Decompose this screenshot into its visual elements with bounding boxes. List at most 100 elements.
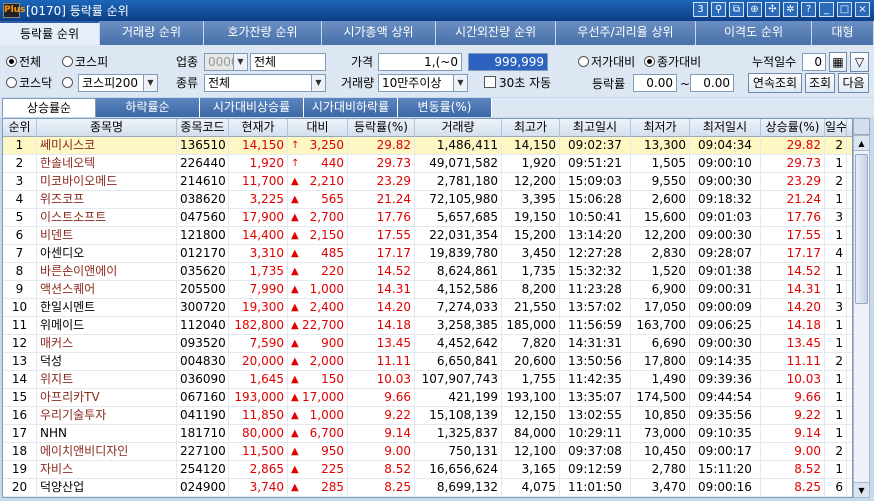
rate-min-input[interactable]: 0.00 <box>633 74 677 92</box>
table-row[interactable]: 9 액션스퀘어 205500 7,990 ▲ 1,000 14.31 4,152,586 8,2… <box>3 281 852 299</box>
table-row[interactable]: 15 아프리카TV 067160 193,000 ▲ 17,000 9.66 421,199 1… <box>3 389 852 407</box>
cell-high-t: 10:29:11 <box>560 425 631 442</box>
cell-vol: 15,108,139 <box>415 407 502 424</box>
industry-code-select[interactable]: 0000 ▼ <box>204 53 248 71</box>
kospi200-select[interactable]: 코스피200 ▼ <box>78 74 158 92</box>
subtab-fall-rate[interactable]: 하락률순 <box>96 98 200 117</box>
cell-rank: 8 <box>3 263 37 280</box>
cell-rate: 21.24 <box>348 191 415 208</box>
table-row[interactable]: 1 쎄미시스코 136510 14,150 ↑ 3,250 29.82 1,486,411 14… <box>3 137 852 155</box>
query-button[interactable]: 조회 <box>805 73 835 93</box>
cell-change: ▲ 2,400 <box>288 299 348 316</box>
table-row[interactable]: 17 NHN 181710 80,000 ▲ 6,700 9.14 1,325,837 84,0… <box>3 425 852 443</box>
change-value: 950 <box>321 444 344 458</box>
type-select[interactable]: 전체 ▼ <box>204 74 326 92</box>
table-row[interactable]: 3 미코바이오메드 214610 11,700 ▲ 2,210 23.29 2,781,180… <box>3 173 852 191</box>
minimize-icon[interactable]: _ <box>819 2 834 17</box>
settings-icon[interactable]: ✲ <box>783 2 798 17</box>
radio-vs-close[interactable]: 종가대비 <box>644 53 701 71</box>
column-header[interactable]: 상승률(%) <box>761 119 825 137</box>
help-icon[interactable]: ? <box>801 2 816 17</box>
table-row[interactable]: 2 한솔네오텍 226440 1,920 ↑ 440 29.73 49,071,582 1,92… <box>3 155 852 173</box>
change-value: 225 <box>321 462 344 476</box>
cell-rate: 8.25 <box>348 479 415 496</box>
column-header[interactable]: 최고일시 <box>560 119 631 137</box>
table-row[interactable]: 19 자비스 254120 2,865 ▲ 225 8.52 16,656,624 3,165 0… <box>3 461 852 479</box>
table-row[interactable]: 10 한일시멘트 300720 19,300 ▲ 2,400 14.20 7,274,033 2… <box>3 299 852 317</box>
table-row[interactable]: 12 매커스 093520 7,590 ▲ 900 13.45 4,452,642 7,820 1… <box>3 335 852 353</box>
table-row[interactable]: 4 위즈코프 038620 3,225 ▲ 565 21.24 72,105,980 3,395… <box>3 191 852 209</box>
column-header[interactable]: 대비 <box>288 119 348 137</box>
radio-vs-low[interactable]: 저가대비 <box>578 53 635 71</box>
volume-select[interactable]: 10만주이상 ▼ <box>378 74 468 92</box>
link-icon[interactable]: ⧉ <box>729 2 744 17</box>
scroll-down-icon[interactable]: ▼ <box>854 482 869 497</box>
column-header[interactable]: 최저가 <box>631 119 690 137</box>
maximize-icon[interactable]: □ <box>837 2 852 17</box>
column-header[interactable]: 종목코드 <box>177 119 229 137</box>
cum-days-input[interactable]: 0 <box>802 53 826 71</box>
column-header[interactable]: 종목명 <box>37 119 177 137</box>
next-button[interactable]: 다음 <box>838 73 869 93</box>
calendar-icon[interactable]: ▦ <box>829 52 847 72</box>
tab-market-cap[interactable]: 시가총액 상위 <box>322 21 436 45</box>
column-header[interactable]: 거래량 <box>415 119 502 137</box>
table-row[interactable]: 16 우리기술투자 041190 11,850 ▲ 1,000 9.22 15,108,139… <box>3 407 852 425</box>
column-header[interactable]: 최고가 <box>502 119 560 137</box>
ranking-table[interactable]: 순위 종목명 종목코드 현재가 대비 등락률(%) 거래량 최고가 최고일시 최저가 최저일시 상승률… <box>2 118 853 498</box>
table-row[interactable]: 13 덕성 004830 20,000 ▲ 2,000 11.11 6,650,841 20,6… <box>3 353 852 371</box>
close-icon[interactable]: × <box>855 2 870 17</box>
table-row[interactable]: 20 덕양산업 024900 3,740 ▲ 285 8.25 8,699,132 4,075 1… <box>3 479 852 497</box>
table-row[interactable]: 18 에이치앤비디자인 227100 11,500 ▲ 950 9.00 750,131 12,… <box>3 443 852 461</box>
rate-max-input[interactable]: 0.00 <box>690 74 734 92</box>
cell-low: 10,850 <box>631 407 690 424</box>
cell-days: 4 <box>825 245 847 262</box>
column-header[interactable]: 등락률(%) <box>348 119 415 137</box>
column-header[interactable]: 현재가 <box>229 119 288 137</box>
tab-volume-rank[interactable]: 거래량 순위 <box>100 21 204 45</box>
price-min-input[interactable]: 1,(~0 <box>378 53 462 71</box>
vertical-scrollbar[interactable]: ▲ ▼ <box>853 135 870 498</box>
subtab-volatility[interactable]: 변동률(%) <box>398 98 492 117</box>
tab-rate-rank[interactable]: 등락률 순위 <box>0 21 100 45</box>
column-header[interactable]: 일수 <box>825 119 847 137</box>
tab-after-hours[interactable]: 시간외잔량 순위 <box>436 21 556 45</box>
cell-low: 174,500 <box>631 389 690 406</box>
radio-kospi200[interactable] <box>62 74 75 92</box>
tab-preferred[interactable]: 우선주/괴리율 상위 <box>556 21 696 45</box>
table-row[interactable]: 11 위메이드 112040 182,800 ▲ 22,700 14.18 3,258,385… <box>3 317 852 335</box>
radio-kosdaq[interactable]: 코스닥 <box>6 74 52 92</box>
subtab-rise-rate[interactable]: 상승률순 <box>2 98 96 117</box>
radio-market-all[interactable]: 전체 <box>6 53 41 71</box>
cell-low: 15,600 <box>631 209 690 226</box>
subtab-open-fall[interactable]: 시가대비하락률 <box>304 98 398 117</box>
table-row[interactable]: 5 이스트소프트 047560 17,900 ▲ 2,700 17.76 5,657,685 1… <box>3 209 852 227</box>
subtab-open-rise[interactable]: 시가대비상승률 <box>200 98 304 117</box>
cell-days: 3 <box>825 209 847 226</box>
tab-large-cap[interactable]: 대형 <box>812 21 874 45</box>
auto-refresh-checkbox[interactable]: 30초 자동 <box>484 74 551 92</box>
table-row[interactable]: 14 위지트 036090 1,645 ▲ 150 10.03 107,907,743 1,75… <box>3 371 852 389</box>
search-icon[interactable]: ⚲ <box>711 2 726 17</box>
table-row[interactable]: 7 아센디오 012170 3,310 ▲ 485 17.17 19,839,780 3,450… <box>3 245 852 263</box>
filter-icon[interactable]: ▽ <box>850 52 869 72</box>
table-row[interactable]: 8 바른손이앤에이 035620 1,735 ▲ 220 14.52 8,624,861 1,7… <box>3 263 852 281</box>
cell-low: 73,000 <box>631 425 690 442</box>
tab-bid-ask-rank[interactable]: 호가잔량 순위 <box>204 21 322 45</box>
column-header[interactable]: 최저일시 <box>690 119 761 137</box>
pin-icon[interactable]: ✣ <box>765 2 780 17</box>
table-row[interactable]: 6 비덴트 121800 14,400 ▲ 2,150 17.55 22,031,354 15,… <box>3 227 852 245</box>
cell-days: 1 <box>825 155 847 172</box>
scroll-up-icon[interactable]: ▲ <box>854 136 869 151</box>
price-max-input[interactable]: 999,999 <box>468 53 548 71</box>
continuous-query-button[interactable]: 연속조회 <box>748 73 802 93</box>
industry-name-field[interactable]: 전체 <box>250 53 326 71</box>
screen-number-icon[interactable]: 3 <box>693 2 708 17</box>
cell-vol: 2,781,180 <box>415 173 502 190</box>
scroll-thumb[interactable] <box>855 154 868 304</box>
radio-kospi[interactable]: 코스피 <box>62 53 108 71</box>
column-header[interactable]: 순위 <box>3 119 37 137</box>
zoom-icon[interactable]: ⊕ <box>747 2 762 17</box>
up-triangle-icon: ▲ <box>291 374 299 385</box>
tab-disparity[interactable]: 이격도 순위 <box>696 21 812 45</box>
